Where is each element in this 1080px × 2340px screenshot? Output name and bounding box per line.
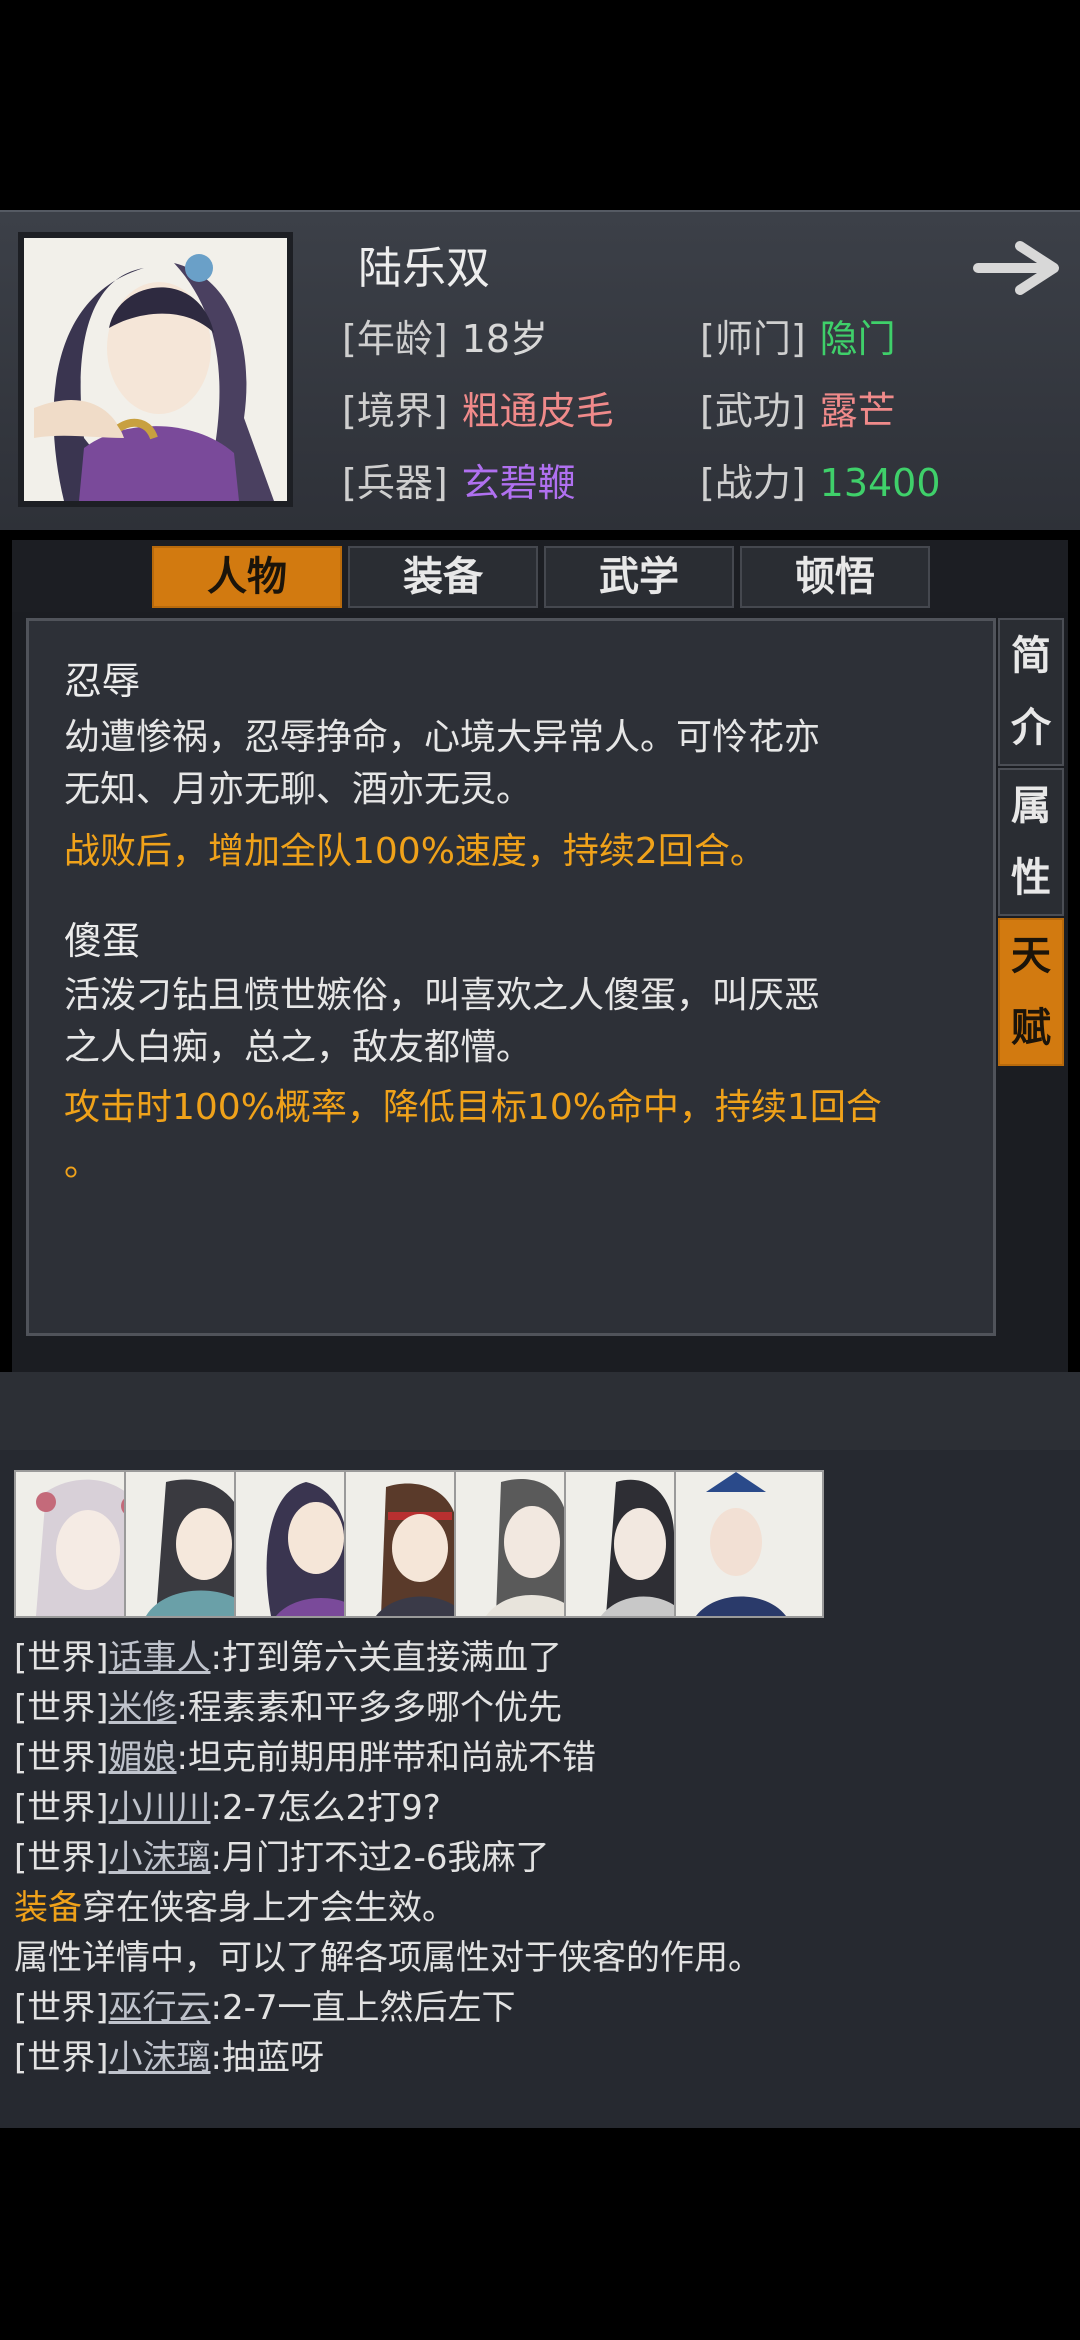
chat-text: :2-7怎么2打9? [210, 1788, 441, 1828]
character-card[interactable] [674, 1470, 824, 1618]
next-hero-button[interactable] [972, 238, 1064, 298]
chat-username[interactable]: 媚娘 [109, 1738, 177, 1778]
trait-desc-line: 之人白痴，总之，敌友都懵。 [64, 1027, 533, 1068]
chat-text: :月门打不过2-6我麻了 [210, 1838, 550, 1878]
chat-text: :打到第六关直接满血了 [210, 1638, 562, 1678]
chat-channel: [世界] [14, 2038, 109, 2078]
chat-message: [世界]小沫璃:月门打不过2-6我麻了 [14, 1830, 550, 1879]
chat-username[interactable]: 米修 [109, 1688, 177, 1728]
chat-message: [世界]米修:程素素和平多多哪个优先 [14, 1680, 562, 1729]
weapon-value: 玄碧鞭 [461, 461, 576, 505]
side-tab-attributes[interactable]: 属性 [998, 768, 1064, 916]
trait-effect-line: 。 [64, 1143, 101, 1184]
trait-name: 忍辱 [64, 659, 141, 703]
chat-channel: [世界] [14, 1788, 109, 1828]
hero-portrait-art [24, 238, 287, 501]
side-tab-attributes-label: 属性 [1011, 782, 1051, 901]
chat-text: :程素素和平多多哪个优先 [176, 1688, 562, 1728]
trait-desc-line: 无知、月亦无聊、酒亦无灵。 [64, 769, 533, 810]
chat-message: [世界]话事人:打到第六关直接满血了 [14, 1630, 562, 1679]
weapon-label: [兵器] [342, 461, 448, 505]
realm-value: 粗通皮毛 [461, 389, 614, 433]
trait-name: 傻蛋 [64, 919, 141, 963]
age-value: 18岁 [461, 317, 549, 361]
chat-channel: [世界] [14, 1838, 109, 1878]
trait-desc-line: 幼遭惨祸，忍辱挣命，心境大异常人。可怜花亦 [64, 717, 821, 758]
hero-realm: [境界] 粗通皮毛 [342, 380, 614, 435]
chat-channel: [世界] [14, 1988, 109, 2028]
tab-martial-arts[interactable]: 武学 [544, 546, 734, 608]
character-strip[interactable] [14, 1470, 1080, 1618]
chat-channel: [世界] [14, 1738, 109, 1778]
tip-text: 属性详情中，可以了解各项属性对于侠客的作用。 [14, 1938, 762, 1978]
hero-name: 陆乐双 [358, 243, 490, 294]
tip-text: 穿在侠客身上才会生效。 [82, 1888, 456, 1928]
hero-martial: [武功] 露芒 [700, 380, 896, 435]
chat-username[interactable]: 小沫璃 [109, 2038, 211, 2078]
school-value: 隐门 [819, 317, 896, 361]
system-tip: 属性详情中，可以了解各项属性对于侠客的作用。 [14, 1930, 762, 1979]
chat-message: [世界]小沫璃:抽蓝呀 [14, 2030, 324, 2079]
power-value: 13400 [819, 461, 941, 505]
power-label: [战力] [700, 461, 806, 505]
trait-effect-line: 攻击时100%概率，降低目标10%命中，持续1回合 [64, 1087, 882, 1128]
panel-footer-band [0, 1372, 1080, 1450]
trait-effect-line: 战败后，增加全队100%速度，持续2回合。 [64, 831, 766, 872]
hero-school: [师门] 隐门 [700, 308, 896, 363]
chat-username[interactable]: 小川川 [109, 1788, 211, 1828]
chat-channel: [世界] [14, 1638, 109, 1678]
chat-text: :2-7一直上然后左下 [210, 1988, 516, 2028]
tab-enlightenment[interactable]: 顿悟 [740, 546, 930, 608]
chat-text: :坦克前期用胖带和尚就不错 [176, 1738, 596, 1778]
chat-username[interactable]: 小沫璃 [109, 1838, 211, 1878]
chat-message: [世界]媚娘:坦克前期用胖带和尚就不错 [14, 1730, 596, 1779]
trait-effect: 战败后，增加全队100%速度，持续2回合。 [64, 824, 964, 880]
side-tab-talent-label: 天赋 [1011, 932, 1051, 1051]
chat-message: [世界]小川川:2-7怎么2打9? [14, 1780, 441, 1829]
trait-desc-line: 活泼刁钻且愤世嫉俗，叫喜欢之人傻蛋，叫厌恶 [64, 975, 821, 1016]
arrow-right-icon [973, 241, 1059, 295]
hero-weapon: [兵器] 玄碧鞭 [342, 452, 576, 507]
hero-age: [年龄] 18岁 [342, 308, 548, 363]
side-tab-talent[interactable]: 天赋 [998, 918, 1064, 1066]
chat-message: [世界]巫行云:2-7一直上然后左下 [14, 1980, 516, 2029]
trait-description: 活泼刁钻且愤世嫉俗，叫喜欢之人傻蛋，叫厌恶 之人白痴，总之，敌友都懵。 [64, 970, 964, 1074]
trait-description: 幼遭惨祸，忍辱挣命，心境大异常人。可怜花亦 无知、月亦无聊、酒亦无灵。 [64, 712, 964, 816]
side-tab-intro-label: 简介 [1011, 632, 1051, 751]
hero-portrait[interactable] [18, 232, 293, 507]
tip-keyword[interactable]: 装备 [14, 1888, 82, 1928]
system-tip: 装备穿在侠客身上才会生效。 [14, 1880, 456, 1929]
tab-equipment[interactable]: 装备 [348, 546, 538, 608]
chat-text: :抽蓝呀 [210, 2038, 324, 2078]
tab-character[interactable]: 人物 [152, 546, 342, 608]
school-label: [师门] [700, 317, 806, 361]
chat-channel: [世界] [14, 1688, 109, 1728]
martial-label: [武功] [700, 389, 806, 433]
trait-effect: 攻击时100%概率，降低目标10%命中，持续1回合 。 [64, 1080, 964, 1192]
character-portrait [676, 1472, 822, 1616]
martial-value: 露芒 [819, 389, 896, 433]
chat-username[interactable]: 巫行云 [109, 1988, 211, 2028]
age-label: [年龄] [342, 317, 448, 361]
hero-power: [战力] 13400 [700, 452, 941, 507]
realm-label: [境界] [342, 389, 448, 433]
chat-username[interactable]: 话事人 [109, 1638, 211, 1678]
side-tab-intro[interactable]: 简介 [998, 618, 1064, 766]
